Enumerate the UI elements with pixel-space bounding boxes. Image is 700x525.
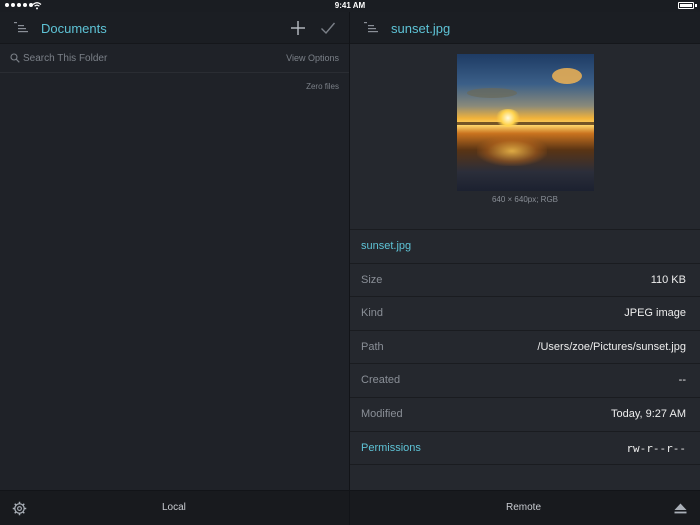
remote-pane: sunset.jpg 640 × 640px; RGB sunset.jpg S…	[350, 12, 700, 490]
image-dimensions: 640 × 640px; RGB	[491, 195, 559, 204]
view-options-button[interactable]: View Options	[286, 53, 339, 63]
filename-label: sunset.jpg	[361, 240, 412, 252]
info-row-kind: Kind JPEG image	[350, 297, 700, 331]
search-bar: View Options	[0, 45, 349, 73]
plus-icon[interactable]	[290, 20, 306, 36]
list-icon[interactable]	[364, 21, 378, 35]
file-title: sunset.jpg	[391, 21, 451, 36]
app-screen: 9:41 AM Documents Search This Folder Vie…	[0, 0, 700, 525]
image-thumbnail[interactable]	[457, 54, 594, 191]
local-tab[interactable]: Local	[162, 502, 186, 513]
permissions-value: rw-r--r--	[626, 441, 686, 455]
permissions-label: Permissions	[361, 441, 421, 454]
created-label: Created	[361, 374, 401, 387]
status-bar: 9:41 AM	[0, 0, 700, 12]
info-row-filename[interactable]: sunset.jpg	[350, 230, 700, 264]
battery-icon	[678, 2, 694, 9]
path-label: Path	[361, 340, 384, 353]
info-row-modified: Modified Today, 9:27 AM	[350, 397, 700, 432]
file-info-table: sunset.jpg Size 110 KB Kind JPEG image P…	[350, 229, 700, 466]
size-value: 110 KB	[650, 273, 686, 286]
info-row-size: Size 110 KB	[350, 263, 700, 298]
modified-label: Modified	[361, 407, 403, 420]
right-nav-bar: sunset.jpg	[350, 12, 700, 44]
info-row-created: Created --	[350, 364, 700, 398]
info-row-path: Path /Users/zoe/Pictures/sunset.jpg	[350, 330, 700, 365]
image-preview-area: 640 × 640px; RGB	[350, 45, 700, 228]
local-pane: Documents View Options Zero files	[0, 12, 349, 490]
file-count-label: Zero files	[306, 82, 339, 91]
kind-label: Kind	[361, 307, 384, 320]
bottom-bar-local: Local	[0, 490, 349, 525]
bottom-bar-remote: Remote	[350, 490, 700, 525]
path-value: /Users/zoe/Pictures/sunset.jpg	[537, 340, 686, 353]
left-nav-bar: Documents	[0, 12, 349, 44]
search-icon	[10, 53, 20, 63]
search-input[interactable]	[23, 50, 223, 66]
modified-value: Today, 9:27 AM	[610, 407, 686, 420]
created-value: --	[678, 374, 686, 387]
eject-icon[interactable]	[674, 503, 687, 514]
list-icon[interactable]	[14, 21, 28, 35]
gear-icon[interactable]	[12, 501, 27, 516]
size-label: Size	[361, 273, 383, 286]
status-time: 9:41 AM	[334, 1, 366, 10]
checkmark-icon[interactable]	[320, 21, 336, 35]
remote-tab[interactable]: Remote	[506, 502, 541, 513]
kind-value: JPEG image	[624, 307, 686, 320]
folder-title: Documents	[41, 21, 107, 36]
info-row-permissions[interactable]: Permissions rw-r--r--	[350, 431, 700, 466]
